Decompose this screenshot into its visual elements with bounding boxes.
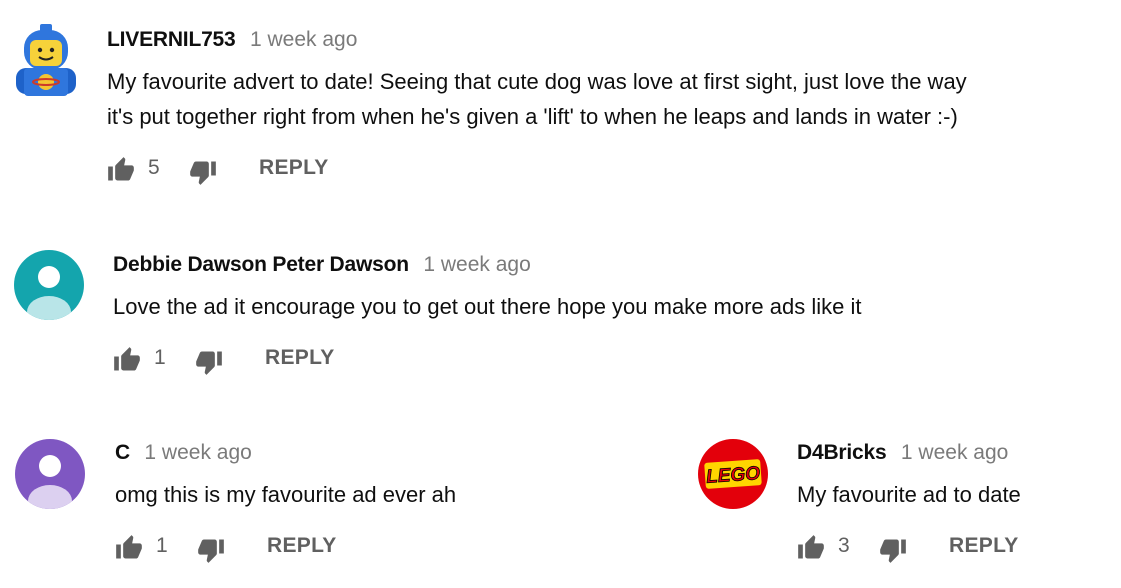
comment-timestamp[interactable]: 1 week ago — [144, 441, 251, 464]
reply-button[interactable]: REPLY — [267, 534, 337, 558]
comment-actions: 5 REPLY — [107, 154, 367, 186]
comment-actions: 3 REPLY — [797, 532, 1057, 564]
like-count: 3 — [838, 534, 850, 557]
comment-author[interactable]: LIVERNIL753 — [107, 28, 236, 51]
lego-astronaut-avatar[interactable] — [10, 22, 82, 102]
comment-author[interactable]: D4Bricks — [797, 441, 887, 464]
comment-text: My favourite ad to date — [797, 477, 1021, 512]
reply-button[interactable]: REPLY — [949, 534, 1019, 558]
like-count: 5 — [148, 156, 160, 179]
comment-text: My favourite advert to date! Seeing that… — [107, 64, 967, 134]
thumbs-down-icon[interactable] — [189, 158, 217, 186]
lego-logo-text: LEGO — [706, 463, 761, 488]
like-count: 1 — [156, 534, 168, 557]
comment-text: Love the ad it encourage you to get out … — [113, 289, 861, 324]
thumbs-up-icon[interactable] — [797, 534, 825, 562]
thumbs-up-icon[interactable] — [107, 156, 135, 184]
comment-text: omg this is my favourite ad ever ah — [115, 477, 456, 512]
comment-item: C 1 week ago omg this is my favourite ad… — [0, 390, 680, 588]
like-count: 1 — [154, 346, 166, 369]
comment-item: Debbie Dawson Peter Dawson 1 week ago Lo… — [0, 200, 1121, 390]
lego-astronaut-icon — [16, 24, 76, 96]
comment-timestamp[interactable]: 1 week ago — [423, 253, 530, 276]
comment-text-line: My favourite ad to date — [797, 482, 1021, 507]
comment-header: LIVERNIL753 1 week ago — [107, 28, 357, 52]
lego-logo-icon: LEGO — [698, 439, 768, 509]
comment-timestamp[interactable]: 1 week ago — [901, 441, 1008, 464]
comment-author[interactable]: C — [115, 441, 130, 464]
comment-actions: 1 REPLY — [115, 532, 375, 564]
comment-text-line: it's put together right from when he's g… — [107, 104, 958, 129]
thumbs-up-icon[interactable] — [113, 346, 141, 374]
comment-text-line: Love the ad it encourage you to get out … — [113, 294, 862, 319]
lego-logo-avatar[interactable]: LEGO — [698, 439, 768, 509]
comment-item: LEGO D4Bricks 1 week ago My favourite ad… — [680, 390, 1121, 588]
thumbs-down-icon[interactable] — [197, 536, 225, 564]
comment-text-line: My favourite advert to date! Seeing that… — [107, 69, 967, 94]
comment-text-line: omg this is my favourite ad ever ah — [115, 482, 457, 507]
comment-timestamp[interactable]: 1 week ago — [250, 28, 357, 51]
reply-button[interactable]: REPLY — [259, 156, 329, 180]
user-silhouette-icon — [15, 439, 85, 509]
comment-header: D4Bricks 1 week ago — [797, 441, 1008, 465]
thumbs-down-icon[interactable] — [195, 348, 223, 376]
thumbs-down-icon[interactable] — [879, 536, 907, 564]
reply-button[interactable]: REPLY — [265, 346, 335, 370]
comment-item: LIVERNIL753 1 week ago My favourite adve… — [0, 0, 1121, 200]
default-user-avatar[interactable] — [15, 439, 85, 509]
default-user-avatar[interactable] — [14, 250, 84, 320]
user-silhouette-icon — [14, 250, 84, 320]
thumbs-up-icon[interactable] — [115, 534, 143, 562]
comment-actions: 1 REPLY — [113, 344, 373, 376]
comment-header: Debbie Dawson Peter Dawson 1 week ago — [113, 253, 531, 277]
comment-author[interactable]: Debbie Dawson Peter Dawson — [113, 253, 409, 276]
comment-header: C 1 week ago — [115, 441, 252, 465]
